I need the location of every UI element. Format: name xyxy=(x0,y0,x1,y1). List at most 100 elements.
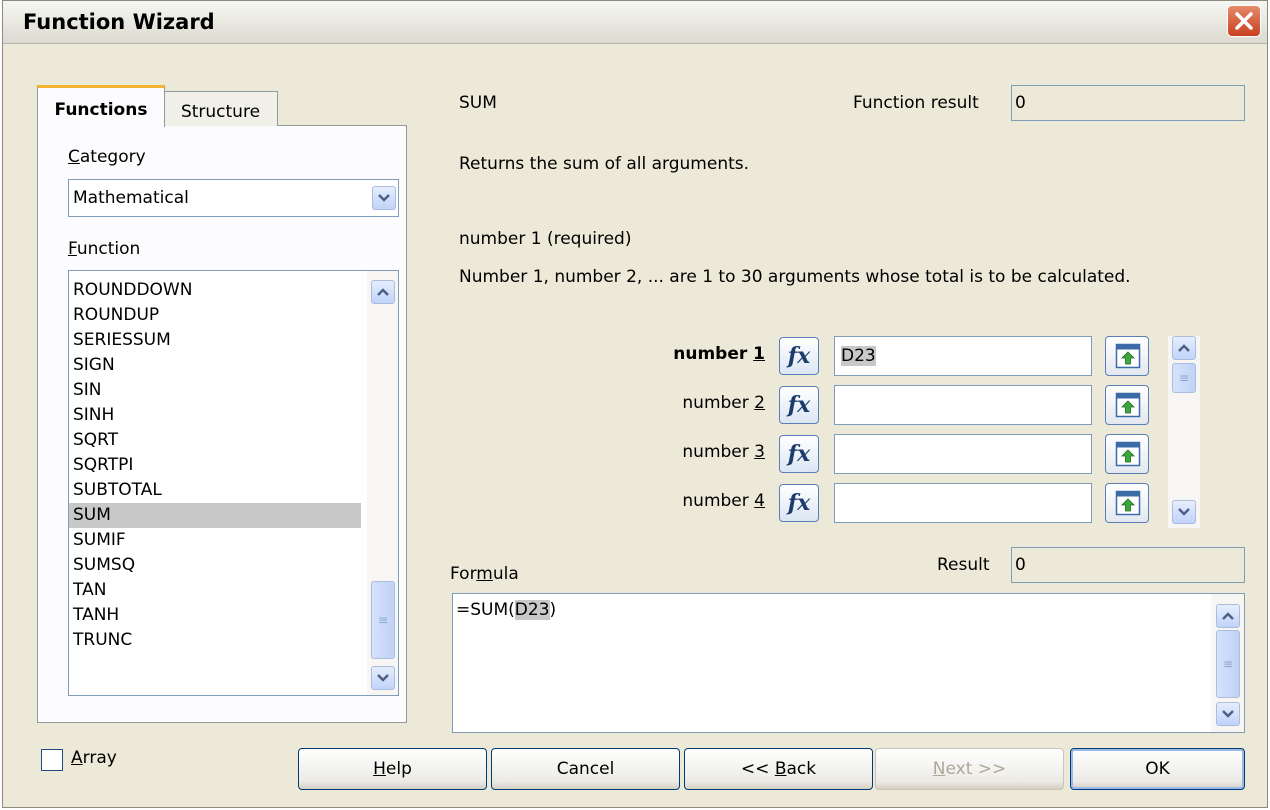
shrink-icon xyxy=(1115,490,1141,516)
scroll-thumb[interactable]: ≡ xyxy=(371,581,395,659)
tab-functions[interactable]: Functions xyxy=(37,85,165,127)
scroll-thumb[interactable]: ≡ xyxy=(1216,630,1240,698)
list-item[interactable]: SQRTPI xyxy=(69,453,361,478)
shrink-icon xyxy=(1115,343,1141,369)
formula-label-pre: For xyxy=(450,564,477,584)
scroll-down-button[interactable] xyxy=(371,666,395,690)
function-result-field: 0 xyxy=(1011,85,1245,121)
argument-label-text: number xyxy=(673,344,754,364)
shrink-button[interactable] xyxy=(1105,336,1149,376)
shrink-button[interactable] xyxy=(1105,385,1149,425)
scroll-down-button[interactable] xyxy=(1216,702,1240,726)
list-item[interactable]: SERIESSUM xyxy=(69,328,361,353)
tab-structure[interactable]: Structure xyxy=(163,91,278,126)
next-button: Next >> xyxy=(875,748,1064,790)
list-item[interactable]: SIGN xyxy=(69,353,361,378)
argument-label-number: 3 xyxy=(754,442,765,462)
argument-label-text: number xyxy=(682,491,755,511)
close-button[interactable] xyxy=(1227,5,1261,37)
argument-label-3: number 3 xyxy=(595,442,765,462)
argument-title: number 1 (required) xyxy=(459,229,632,249)
help-button[interactable]: Help xyxy=(298,748,487,790)
formula-editor[interactable]: =SUM(D23) ≡ xyxy=(452,593,1245,733)
formula-label-post: ula xyxy=(492,564,519,584)
shrink-icon xyxy=(1115,392,1141,418)
formula-label-key: m xyxy=(476,564,493,584)
array-checkbox[interactable] xyxy=(41,749,63,771)
argument-label-1: number 1 xyxy=(595,344,765,364)
close-icon xyxy=(1235,12,1253,30)
tab-structure-label: Structure xyxy=(180,102,261,122)
array-label: Array xyxy=(71,748,117,768)
list-item[interactable]: SUBTOTAL xyxy=(69,478,361,503)
function-wizard-dialog: Function Wizard Structure Functions Cate… xyxy=(2,0,1268,808)
argument-label-text: number xyxy=(682,393,755,413)
function-list[interactable]: ROUNDDOWN ROUNDUP SERIESSUM SIGN SIN SINH SQRT… xyxy=(68,270,399,696)
chevron-up-icon xyxy=(377,288,389,296)
list-item[interactable]: SUMSQ xyxy=(69,553,361,578)
dropdown-button[interactable] xyxy=(372,186,396,210)
list-item[interactable]: SUM xyxy=(69,503,361,528)
list-item[interactable]: ROUNDUP xyxy=(69,303,361,328)
shrink-icon xyxy=(1115,441,1141,467)
list-item[interactable]: TRUNC xyxy=(69,628,361,653)
result-label: Result xyxy=(937,555,990,575)
argument-label-number: 4 xyxy=(754,491,765,511)
formula-text-ref: D23 xyxy=(514,600,550,620)
list-item[interactable]: SQRT xyxy=(69,428,361,453)
formula-scrollbar[interactable]: ≡ xyxy=(1211,594,1244,732)
argument-description: Number 1, number 2, ... are 1 to 30 argu… xyxy=(459,267,1131,287)
function-label: Function xyxy=(68,239,141,259)
function-wizard-button[interactable]: fx xyxy=(779,386,819,424)
function-wizard-button[interactable]: fx xyxy=(779,435,819,473)
list-item[interactable]: TANH xyxy=(69,603,361,628)
argument-label-number: 1 xyxy=(753,344,765,364)
list-item[interactable]: SINH xyxy=(69,403,361,428)
tab-functions-label: Functions xyxy=(54,100,148,120)
scroll-up-button[interactable] xyxy=(1172,336,1196,360)
title-bar[interactable]: Function Wizard xyxy=(3,1,1267,44)
chevron-up-icon xyxy=(1222,612,1234,620)
shrink-button[interactable] xyxy=(1105,434,1149,474)
scroll-thumb[interactable]: ≡ xyxy=(1172,363,1196,393)
argument-label-number: 2 xyxy=(754,393,765,413)
result-field: 0 xyxy=(1011,547,1245,583)
result-value: 0 xyxy=(1015,555,1026,575)
formula-text[interactable]: =SUM(D23) xyxy=(456,600,556,620)
function-wizard-button[interactable]: fx xyxy=(779,337,819,375)
scroll-up-button[interactable] xyxy=(371,280,395,304)
list-item[interactable]: ROUNDDOWN xyxy=(69,278,361,303)
argument-input-4[interactable] xyxy=(834,483,1092,523)
category-select[interactable]: Mathematical xyxy=(68,179,399,217)
argument-input-1[interactable]: D23 xyxy=(834,336,1092,376)
shrink-button[interactable] xyxy=(1105,483,1149,523)
function-name: SUM xyxy=(459,93,497,113)
ok-button[interactable]: OK xyxy=(1070,748,1245,790)
formula-text-pre: =SUM( xyxy=(456,600,515,620)
back-button[interactable]: << Back xyxy=(684,748,873,790)
argument-label-4: number 4 xyxy=(595,491,765,511)
chevron-down-icon xyxy=(1222,710,1234,718)
function-description: Returns the sum of all arguments. xyxy=(459,154,750,174)
list-item[interactable]: TAN xyxy=(69,578,361,603)
argument-label-text: number xyxy=(682,442,755,462)
chevron-down-icon xyxy=(377,674,389,682)
function-wizard-button[interactable]: fx xyxy=(779,484,819,522)
window-title: Function Wizard xyxy=(23,10,215,34)
argument-value: D23 xyxy=(841,346,876,366)
cancel-button[interactable]: Cancel xyxy=(491,748,680,790)
argument-input-2[interactable] xyxy=(834,385,1092,425)
formula-label: Formula xyxy=(450,564,519,584)
function-result-label: Function result xyxy=(853,93,979,113)
list-scrollbar[interactable]: ≡ xyxy=(367,271,398,695)
scroll-down-button[interactable] xyxy=(1172,500,1196,524)
formula-text-post: ) xyxy=(549,600,557,620)
chevron-down-icon xyxy=(1178,508,1190,516)
argument-input-3[interactable] xyxy=(834,434,1092,474)
category-label: Category xyxy=(68,147,146,167)
arguments-scrollbar[interactable]: ≡ xyxy=(1168,336,1200,528)
category-value: Mathematical xyxy=(73,188,189,208)
list-item[interactable]: SUMIF xyxy=(69,528,361,553)
scroll-up-button[interactable] xyxy=(1216,604,1240,628)
list-item[interactable]: SIN xyxy=(69,378,361,403)
